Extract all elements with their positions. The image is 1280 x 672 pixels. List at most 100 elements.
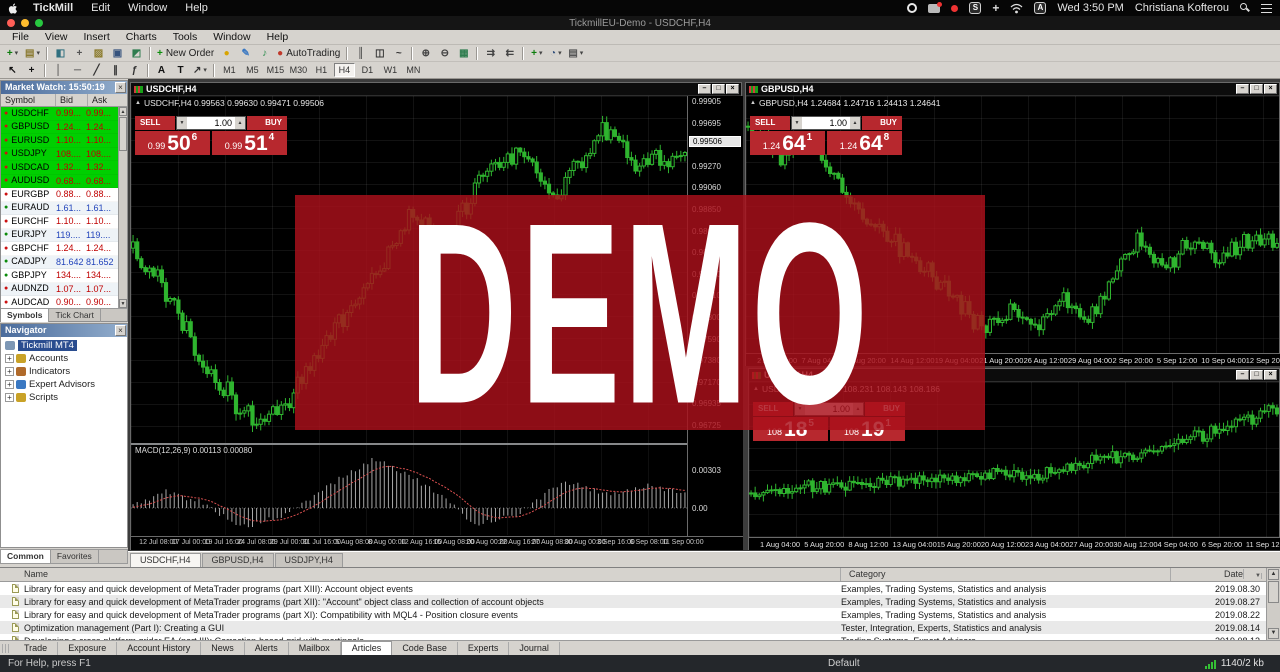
scrollbar-thumb[interactable] <box>1268 581 1279 603</box>
cursor-tool-icon[interactable]: ↖ <box>4 63 21 78</box>
chart-tab-gbpusd-h4[interactable]: GBPUSD,H4 <box>202 553 274 567</box>
arrows-tool-icon[interactable]: ↗▾ <box>191 63 209 78</box>
close-icon[interactable]: × <box>115 82 126 93</box>
sounds-icon[interactable]: ♪ <box>256 46 273 61</box>
market-watch-row[interactable]: ●AUDCAD0.90...0.90... <box>1 296 118 308</box>
mac-menu-help[interactable]: Help <box>185 0 208 16</box>
market-watch-row[interactable]: ●EURUSD1.10...1.10... <box>1 134 118 148</box>
minimize-icon[interactable]: – <box>1236 370 1249 380</box>
keyboard-layout-icon[interactable]: A <box>1034 2 1046 14</box>
restore-icon[interactable]: □ <box>1250 84 1263 94</box>
timeframe-h1[interactable]: H1 <box>311 63 332 77</box>
scrollbar-thumb[interactable] <box>119 117 127 151</box>
sell-price[interactable]: 1.24641 <box>750 131 825 155</box>
skype-icon[interactable]: S <box>969 2 981 14</box>
buy-button[interactable]: BUY <box>247 116 287 130</box>
menu-insert[interactable]: Insert <box>76 31 118 43</box>
menu-charts[interactable]: Charts <box>118 31 165 43</box>
navigator-item-accounts[interactable]: +Accounts <box>3 352 127 365</box>
tab-journal[interactable]: Journal <box>509 642 560 655</box>
dropdown-arrow-icon[interactable]: ▾ <box>580 49 584 57</box>
market-watch-row[interactable]: ●USDCAD1.32...1.32... <box>1 161 118 175</box>
volume-field[interactable]: 1.00 <box>187 117 235 129</box>
templates-icon[interactable]: ▤▾ <box>566 46 585 61</box>
article-row[interactable]: Library for easy and quick development o… <box>0 608 1266 621</box>
market-watch-row[interactable]: ●GBPJPY134....134.... <box>1 269 118 283</box>
market-watch-row[interactable]: ●GBPUSD1.24...1.24... <box>1 121 118 135</box>
scroll-up-icon[interactable]: ▲ <box>1268 569 1279 580</box>
article-row[interactable]: Library for easy and quick development o… <box>0 595 1266 608</box>
wifi-icon[interactable] <box>1010 3 1023 14</box>
buy-price[interactable]: 0.99514 <box>212 131 287 155</box>
timeframe-d1[interactable]: D1 <box>357 63 378 77</box>
menu-view[interactable]: View <box>37 31 76 43</box>
tab-favorites[interactable]: Favorites <box>51 550 99 563</box>
market-watch-scrollbar[interactable]: ▲ ▼ <box>118 107 127 308</box>
expand-icon[interactable]: + <box>5 367 14 376</box>
terminal-icon[interactable]: ▣ <box>109 46 126 61</box>
expand-icon[interactable]: + <box>5 354 14 363</box>
timeframe-m5[interactable]: M5 <box>242 63 263 77</box>
timeframe-m15[interactable]: M15 <box>265 63 286 77</box>
market-watch-row[interactable]: ●EURAUD1.61...1.61... <box>1 202 118 216</box>
tab-code-base[interactable]: Code Base <box>392 642 458 655</box>
column-bid[interactable]: Bid <box>56 94 88 106</box>
fibonacci-tool-icon[interactable]: ƒ <box>126 63 143 78</box>
candlestick-icon[interactable]: ◫ <box>371 46 388 61</box>
tab-articles[interactable]: Articles <box>341 641 393 655</box>
new-chart-icon[interactable]: +▾ <box>4 46 21 61</box>
volume-up-icon[interactable]: ▲ <box>850 117 860 129</box>
strategy-tester-icon[interactable]: ◩ <box>128 46 145 61</box>
navigator-root[interactable]: Tickmill MT4 <box>5 339 127 352</box>
menu-window[interactable]: Window <box>205 31 258 43</box>
record-icon[interactable] <box>907 3 917 13</box>
volume-down-icon[interactable]: ▼ <box>792 117 802 129</box>
vertical-line-tool-icon[interactable]: │ <box>50 63 67 78</box>
restore-icon[interactable]: □ <box>1250 370 1263 380</box>
label-tool-icon[interactable]: T <box>172 63 189 78</box>
chart-shift-icon[interactable]: ⇇ <box>501 46 518 61</box>
navigator-item-expert-advisors[interactable]: +Expert Advisors <box>3 378 127 391</box>
collapse-icon[interactable]: ▲ <box>750 100 756 106</box>
close-icon[interactable]: × <box>726 84 739 94</box>
timeframe-m1[interactable]: M1 <box>219 63 240 77</box>
navigator-icon[interactable]: ▨ <box>90 46 107 61</box>
timeframe-w1[interactable]: W1 <box>380 63 401 77</box>
volume-field[interactable]: 1.00 <box>802 117 850 129</box>
menu-file[interactable]: File <box>4 31 37 43</box>
market-watch-row[interactable]: ●USDJPY108....108.... <box>1 148 118 162</box>
tab-symbols[interactable]: Symbols <box>1 309 49 322</box>
tab-news[interactable]: News <box>201 642 245 655</box>
volume-stepper[interactable]: ▼ 1.00 ▲ <box>791 116 861 130</box>
macd-indicator-pane[interactable]: MACD(12,26,9) 0.00113 0.00080 <box>131 445 687 535</box>
mql5-community-icon[interactable]: ● <box>218 46 235 61</box>
bar-chart-icon[interactable]: ║ <box>352 46 369 61</box>
volume-stepper[interactable]: ▼ 1.00 ▲ <box>176 116 246 130</box>
trendline-tool-icon[interactable]: ╱ <box>88 63 105 78</box>
usdchf-chart-titlebar[interactable]: USDCHF,H4 – □ × <box>131 83 741 96</box>
zoom-out-icon[interactable]: ⊖ <box>436 46 453 61</box>
menu-help[interactable]: Help <box>259 31 297 43</box>
dropdown-arrow-icon[interactable]: ▾ <box>539 49 543 57</box>
market-watch-row[interactable]: ●USDCHF0.99...0.99... <box>1 107 118 121</box>
apple-icon[interactable] <box>8 3 19 14</box>
new-order-button[interactable]: +New Order <box>155 46 216 61</box>
autotrading-button[interactable]: ●AutoTrading <box>275 46 342 61</box>
column-symbol[interactable]: Symbol <box>1 94 56 106</box>
timeframe-mn[interactable]: MN <box>403 63 424 77</box>
metaeditor-icon[interactable]: ✎ <box>237 46 254 61</box>
menu-bar-clock[interactable]: Wed 3:50 PM <box>1057 2 1123 14</box>
tab-alerts[interactable]: Alerts <box>245 642 289 655</box>
tab-account-history[interactable]: Account History <box>117 642 201 655</box>
close-icon[interactable]: × <box>115 325 126 336</box>
buy-button[interactable]: BUY <box>862 116 902 130</box>
scroll-down-icon[interactable]: ▼ <box>1268 628 1279 639</box>
market-watch-row[interactable]: ●GBPCHF1.24...1.24... <box>1 242 118 256</box>
expand-icon[interactable]: + <box>5 393 14 402</box>
scroll-up-icon[interactable]: ▲ <box>119 107 127 116</box>
profiles-icon[interactable]: ▤▾ <box>23 46 42 61</box>
close-icon[interactable]: × <box>1264 84 1277 94</box>
mac-menu-edit[interactable]: Edit <box>91 0 110 16</box>
navigator-item-scripts[interactable]: +Scripts <box>3 391 127 404</box>
toolbox-scrollbar[interactable]: ▲ ▼ <box>1266 568 1280 640</box>
